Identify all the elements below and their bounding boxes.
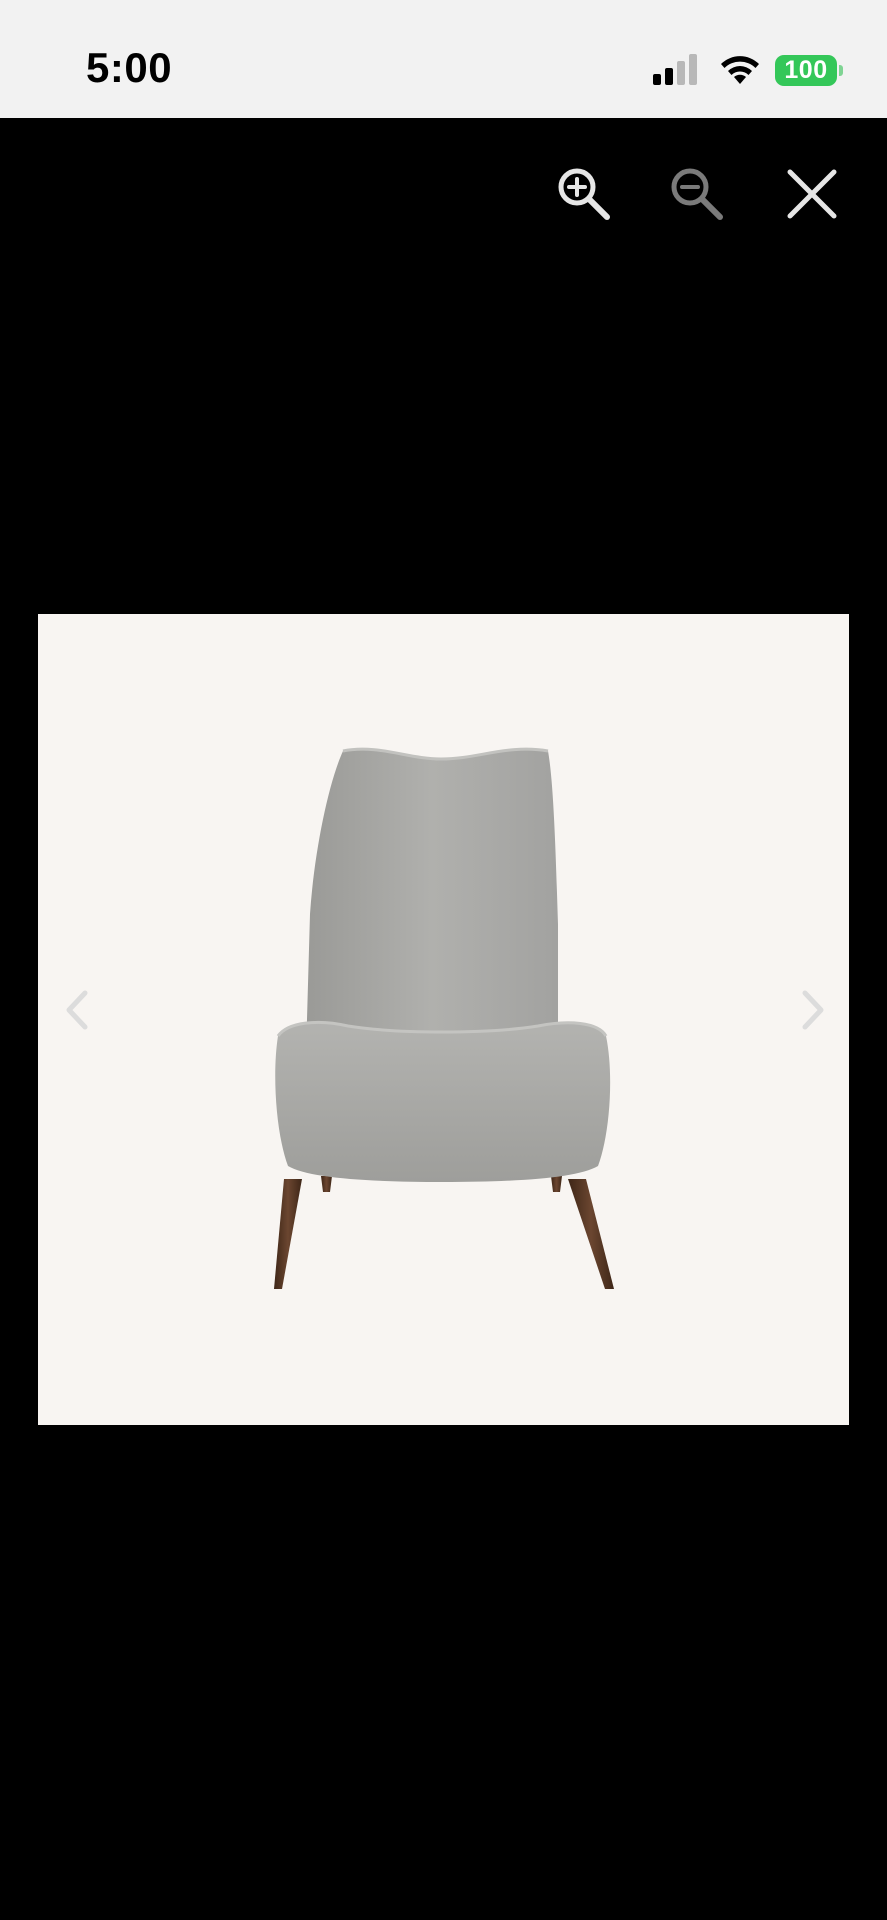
zoom-out-icon <box>671 168 723 220</box>
status-bar: 5:00 100 <box>0 0 887 118</box>
chevron-right-icon <box>802 990 824 1030</box>
status-time: 5:00 <box>86 44 173 91</box>
lounge-chair-image <box>274 747 614 1289</box>
chevron-left-icon <box>66 990 88 1030</box>
product-image[interactable] <box>38 614 849 1425</box>
battery-cap <box>839 64 843 76</box>
cellular-signal-icon <box>653 54 697 85</box>
close-icon <box>787 169 837 219</box>
status-icons: 100 <box>653 50 843 90</box>
zoom-out-button[interactable] <box>665 162 729 226</box>
zoom-in-icon <box>558 168 610 220</box>
close-button[interactable] <box>780 162 844 226</box>
battery-indicator: 100 <box>775 54 837 86</box>
previous-image-button[interactable] <box>52 980 102 1040</box>
wifi-icon <box>721 56 759 84</box>
next-image-button[interactable] <box>788 980 838 1040</box>
zoom-in-button[interactable] <box>552 162 616 226</box>
battery-level: 100 <box>784 55 828 84</box>
